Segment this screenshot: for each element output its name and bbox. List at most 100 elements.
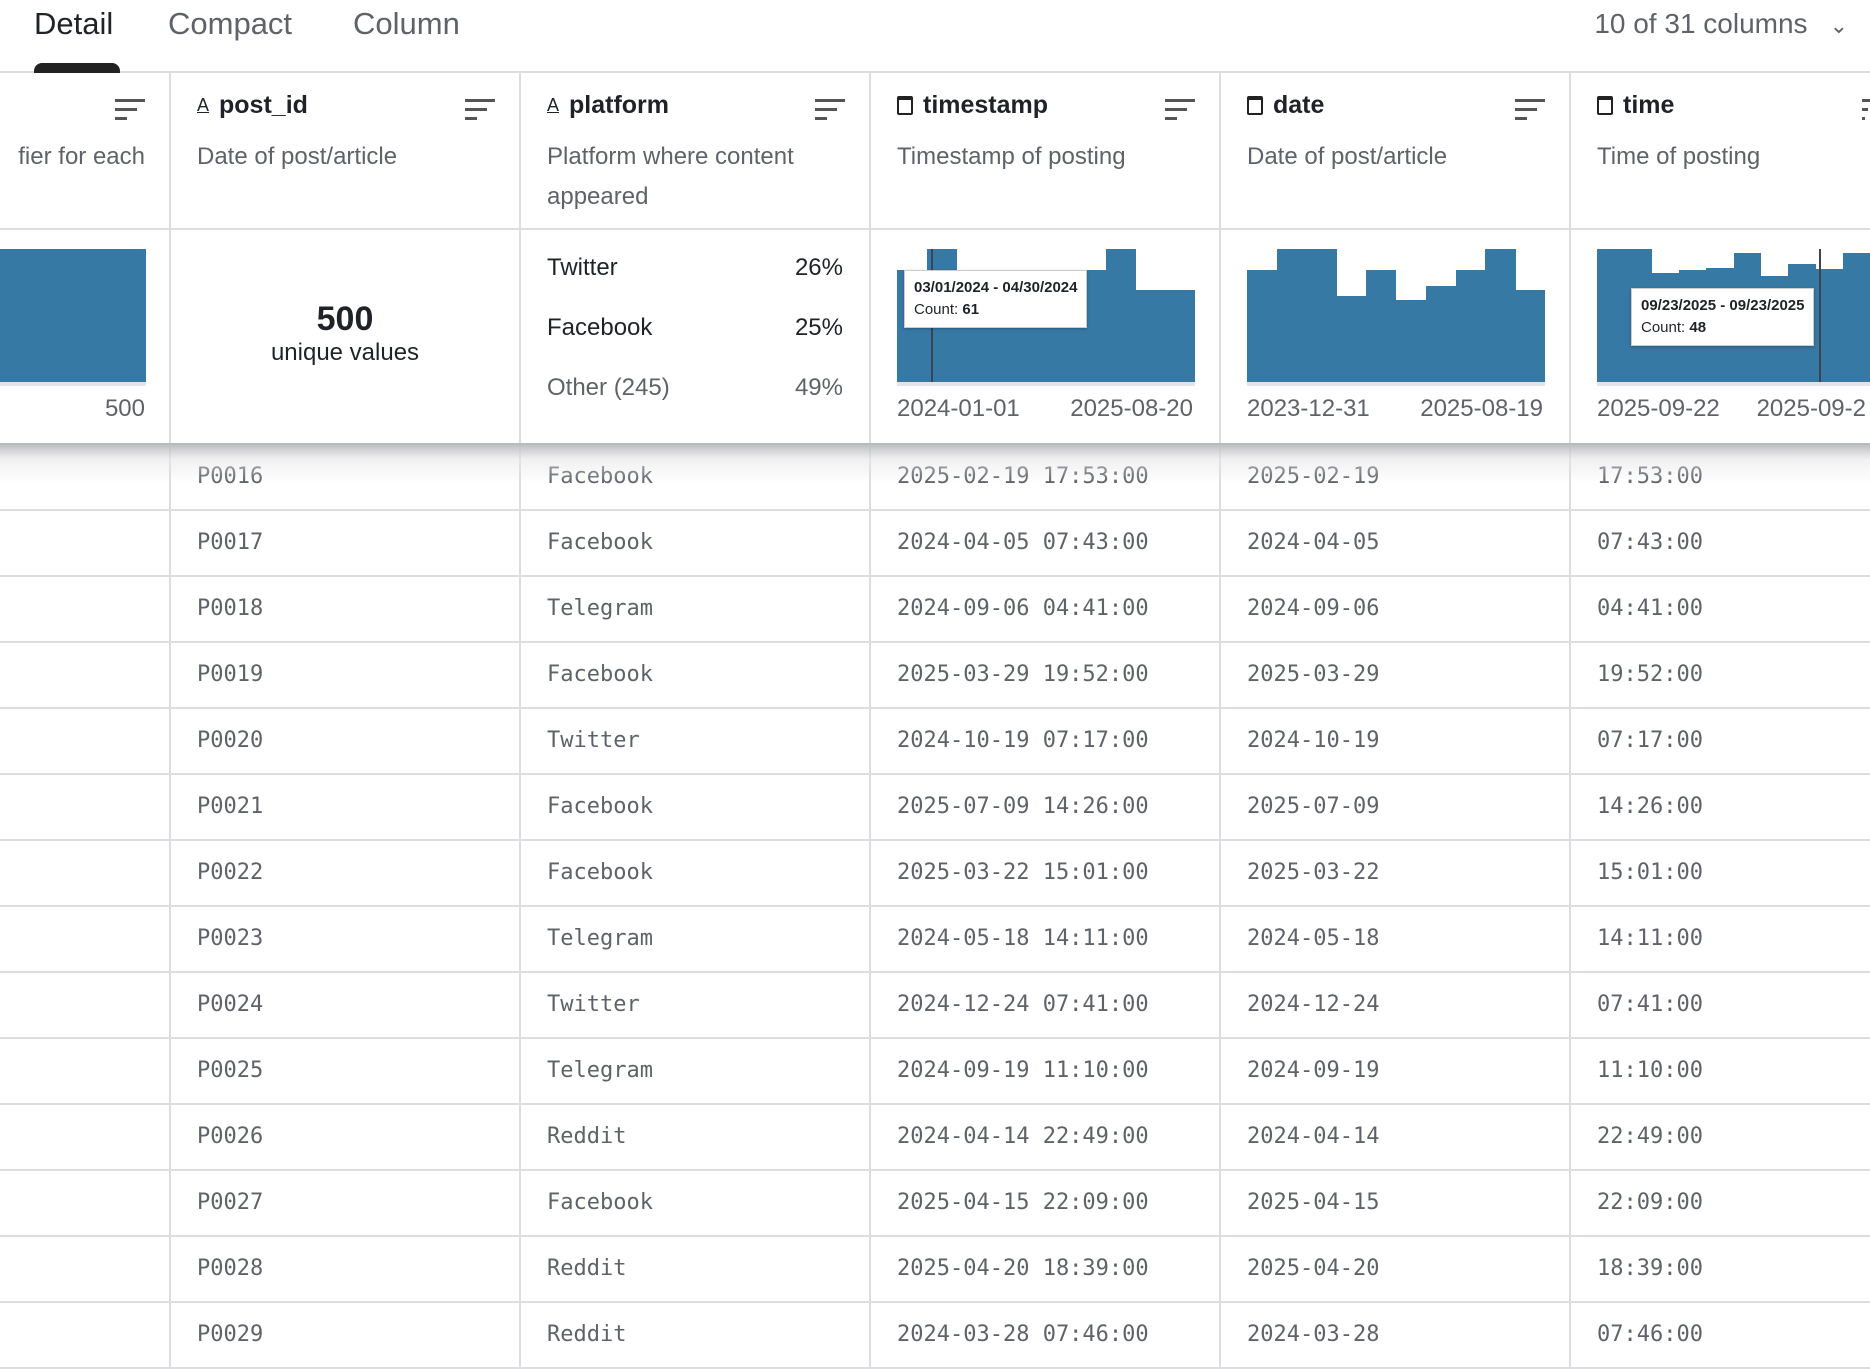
category-item[interactable]: Twitter 26% [547,254,843,282]
table-cell[interactable]: Telegram [521,577,869,643]
table-cell[interactable] [0,1171,169,1237]
table-cell[interactable]: 2024-04-14 22:49:00 [871,1105,1219,1171]
column-header[interactable]: Apost_id Date of post/article [171,73,519,230]
table-cell[interactable] [0,775,169,841]
table-cell[interactable]: 2024-09-06 [1221,577,1569,643]
sort-icon[interactable] [115,99,145,126]
table-cell[interactable]: P0028 [171,1237,519,1303]
column-selector[interactable]: 10 of 31 columns ⌄ [1594,8,1848,40]
table-cell[interactable]: 2025-03-29 [1221,643,1569,709]
table-cell[interactable] [0,709,169,775]
histogram-bar[interactable] [1135,290,1166,382]
table-cell[interactable] [0,1039,169,1105]
table-cell[interactable]: 2024-04-05 07:43:00 [871,511,1219,577]
table-cell[interactable]: 17:53:00 [1571,445,1870,511]
table-cell[interactable]: 11:10:00 [1571,1039,1870,1105]
table-cell[interactable]: 07:43:00 [1571,511,1870,577]
table-cell[interactable]: P0016 [171,445,519,511]
column-header[interactable]: time Time of posting [1571,73,1870,230]
sort-icon[interactable] [1862,99,1870,126]
table-cell[interactable]: Telegram [521,907,869,973]
table-cell[interactable]: Reddit [521,1105,869,1171]
table-cell[interactable]: 07:41:00 [1571,973,1870,1039]
table-cell[interactable]: P0022 [171,841,519,907]
table-cell[interactable]: Telegram [521,1039,869,1105]
table-cell[interactable]: 2024-04-05 [1221,511,1569,577]
table-cell[interactable]: 2024-03-28 [1221,1303,1569,1369]
table-cell[interactable]: P0017 [171,511,519,577]
table-cell[interactable]: 2025-04-20 18:39:00 [871,1237,1219,1303]
sort-icon[interactable] [1165,99,1195,126]
table-cell[interactable]: P0021 [171,775,519,841]
tab-compact[interactable]: Compact [168,6,292,42]
category-item[interactable]: Other (245) 49% [547,374,843,402]
table-cell[interactable]: 18:39:00 [1571,1237,1870,1303]
table-cell[interactable]: P0029 [171,1303,519,1369]
column-header[interactable]: fier for each [0,73,169,230]
table-cell[interactable] [0,1105,169,1171]
table-cell[interactable]: 14:26:00 [1571,775,1870,841]
table-cell[interactable]: Facebook [521,775,869,841]
table-cell[interactable] [0,907,169,973]
table-cell[interactable]: 2024-09-19 [1221,1039,1569,1105]
column-header[interactable]: Aplatform Platform where content appeared [521,73,869,230]
table-cell[interactable]: P0020 [171,709,519,775]
table-cell[interactable]: Facebook [521,511,869,577]
sort-icon[interactable] [465,99,495,126]
table-cell[interactable] [0,643,169,709]
table-cell[interactable]: P0019 [171,643,519,709]
table-cell[interactable]: P0018 [171,577,519,643]
table-cell[interactable]: 15:01:00 [1571,841,1870,907]
table-cell[interactable]: P0023 [171,907,519,973]
histogram-bar[interactable] [1842,253,1870,382]
category-item[interactable]: Facebook 25% [547,314,843,342]
table-cell[interactable]: P0026 [171,1105,519,1171]
table-cell[interactable]: P0025 [171,1039,519,1105]
histogram-bar[interactable] [1515,290,1546,382]
table-cell[interactable]: 2024-05-18 [1221,907,1569,973]
histogram-bar[interactable] [1396,299,1427,382]
tab-column[interactable]: Column [353,6,460,42]
table-cell[interactable] [0,577,169,643]
table-cell[interactable]: 14:11:00 [1571,907,1870,973]
table-cell[interactable] [0,1303,169,1369]
table-cell[interactable]: P0027 [171,1171,519,1237]
histogram-bar[interactable] [1165,290,1196,382]
tab-detail[interactable]: Detail [34,6,113,42]
table-cell[interactable]: 2024-09-06 04:41:00 [871,577,1219,643]
table-cell[interactable]: 2025-04-20 [1221,1237,1569,1303]
histogram-bar[interactable] [1306,249,1337,382]
table-cell[interactable]: 2025-02-19 17:53:00 [871,445,1219,511]
sort-icon[interactable] [815,99,845,126]
table-cell[interactable]: 22:49:00 [1571,1105,1870,1171]
table-cell[interactable]: 2024-03-28 07:46:00 [871,1303,1219,1369]
histogram-bar[interactable] [1276,249,1308,382]
table-cell[interactable]: Reddit [521,1303,869,1369]
sort-icon[interactable] [1515,99,1545,126]
table-cell[interactable]: 2024-10-19 07:17:00 [871,709,1219,775]
table-cell[interactable]: Facebook [521,445,869,511]
table-cell[interactable]: 2024-12-24 07:41:00 [871,973,1219,1039]
table-cell[interactable]: 07:17:00 [1571,709,1870,775]
table-cell[interactable]: 2025-03-22 15:01:00 [871,841,1219,907]
histogram-bar[interactable] [0,249,146,382]
histogram-bar[interactable] [1455,270,1486,382]
table-cell[interactable]: Twitter [521,709,869,775]
table-cell[interactable] [0,511,169,577]
table-cell[interactable]: 2025-02-19 [1221,445,1569,511]
histogram-bar[interactable] [1247,270,1278,382]
table-cell[interactable]: 2024-05-18 14:11:00 [871,907,1219,973]
table-cell[interactable]: 2025-07-09 14:26:00 [871,775,1219,841]
table-cell[interactable]: 2025-04-15 [1221,1171,1569,1237]
table-cell[interactable]: 04:41:00 [1571,577,1870,643]
table-cell[interactable] [0,445,169,511]
table-cell[interactable]: 2025-07-09 [1221,775,1569,841]
table-cell[interactable]: 2024-09-19 11:10:00 [871,1039,1219,1105]
table-cell[interactable]: 22:09:00 [1571,1171,1870,1237]
table-cell[interactable]: P0024 [171,973,519,1039]
table-cell[interactable]: Facebook [521,841,869,907]
table-cell[interactable]: 2024-10-19 [1221,709,1569,775]
histogram-bar[interactable] [1366,270,1397,382]
histogram-bar[interactable] [1425,286,1457,382]
table-cell[interactable]: 07:46:00 [1571,1303,1870,1369]
